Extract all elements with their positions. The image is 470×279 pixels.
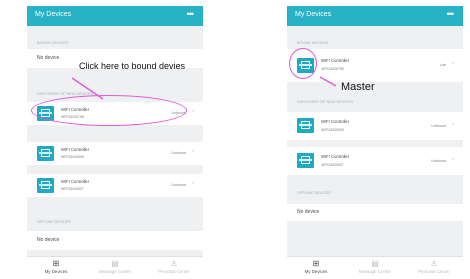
click-here-annotation: Click here to bound devies [79, 61, 186, 71]
annotation-arrows [71, 76, 337, 100]
annotation-arrow [71, 77, 104, 100]
annotation-arrow [319, 76, 337, 87]
master-annotation: Master [341, 81, 375, 93]
